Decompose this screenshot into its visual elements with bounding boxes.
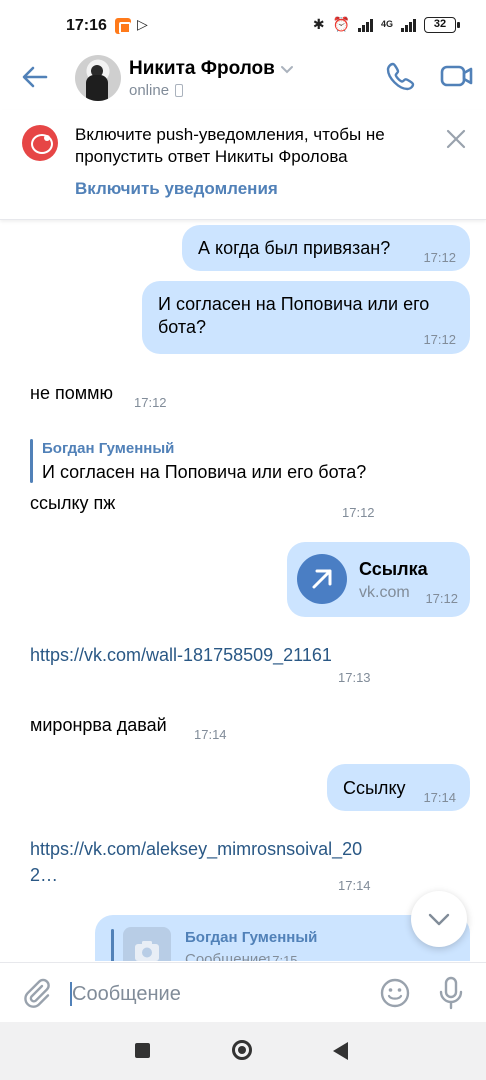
link-card-domain: vk.com — [359, 584, 410, 601]
status-icons: ✱ ⏰ 4G 32 — [312, 16, 460, 33]
message-link[interactable]: https://vk.com/aleksey_mimrosnsoival_202… — [30, 836, 382, 888]
push-notification-banner: Включите push-уведомления, чтобы не проп… — [0, 110, 486, 220]
message-bubble-outgoing[interactable]: Ссылку 17:14 — [327, 764, 470, 811]
message-list[interactable]: А когда был привязан? 17:12 И согласен н… — [0, 221, 486, 961]
chevron-down-icon[interactable] — [279, 62, 295, 78]
recents-button[interactable] — [135, 1043, 150, 1058]
alarm-icon: ⏰ — [332, 16, 350, 32]
composer — [0, 962, 486, 1022]
status-bar: 17:16 ▷ ✱ ⏰ 4G 32 — [0, 0, 486, 52]
link-card-title: Ссылка — [359, 559, 428, 579]
message-time: 17:14 — [423, 790, 456, 805]
reply-author: Богдан Гуменный — [185, 929, 318, 946]
scroll-down-button[interactable] — [411, 891, 467, 947]
banner-text: Включите push-уведомления, чтобы не проп… — [75, 125, 385, 166]
message-bubble-outgoing[interactable]: И согласен на Поповича или его бота? 17:… — [142, 281, 470, 354]
message-text: не поммю — [30, 383, 113, 403]
home-button[interactable] — [232, 1040, 252, 1060]
play-icon: ▷ — [137, 16, 148, 32]
signal-icon — [357, 18, 373, 32]
message-text: ссылку пж — [30, 493, 116, 513]
message-text: И согласен на Поповича или его бота? — [158, 294, 430, 337]
reply-author: Богдан Гуменный — [42, 440, 175, 457]
mic-icon[interactable] — [438, 976, 464, 1010]
message-time: 17:12 — [425, 591, 458, 606]
contact-name[interactable]: Никита Фролов — [129, 58, 275, 80]
message-time: 17:12 — [342, 505, 375, 520]
battery-icon: 32 — [424, 16, 460, 33]
reply-bar — [30, 439, 33, 483]
paperclip-icon[interactable] — [20, 977, 52, 1009]
reply-bar — [111, 929, 114, 961]
message-link[interactable]: https://vk.com/wall-181758509_21161 — [30, 642, 400, 668]
message-time: 17:15 — [265, 953, 298, 961]
camera-icon — [135, 941, 159, 961]
android-nav-bar — [0, 1022, 486, 1080]
chevron-down-icon — [428, 913, 450, 926]
reply-text: Сообщение — [185, 951, 267, 961]
smile-icon[interactable] — [379, 977, 411, 1009]
reply-text: И согласен на Поповича или его бота? — [42, 462, 367, 482]
notification-icon — [22, 125, 58, 161]
chat-header: Никита Фролов online — [0, 52, 486, 108]
message-time: 17:14 — [194, 727, 227, 742]
message-time: 17:14 — [338, 878, 371, 893]
online-status-text: online — [129, 82, 170, 99]
back-arrow-icon[interactable] — [20, 62, 50, 92]
message-text: А когда был привязан? — [198, 238, 391, 258]
message-time: 17:12 — [134, 395, 167, 410]
message-time: 17:12 — [423, 250, 456, 265]
message-input[interactable] — [72, 981, 362, 1007]
link-arrow-icon — [297, 554, 347, 604]
network-type: 4G — [380, 19, 393, 29]
message-bubble-outgoing[interactable]: А когда был привязан? 17:12 — [182, 225, 470, 271]
close-icon[interactable] — [445, 128, 467, 150]
enable-notifications-button[interactable]: Включить уведомления — [75, 179, 278, 199]
avatar[interactable] — [75, 55, 121, 101]
bluetooth-icon: ✱ — [312, 16, 325, 32]
app-notification-icon — [115, 18, 131, 34]
link-card[interactable]: Ссылка vk.com 17:12 — [287, 542, 470, 617]
back-button[interactable] — [333, 1042, 348, 1060]
signal-icon-2 — [401, 18, 416, 32]
phone-icon[interactable] — [385, 60, 417, 92]
mobile-icon — [175, 84, 184, 97]
video-icon[interactable] — [440, 62, 474, 90]
message-time: 17:12 — [423, 332, 456, 347]
message-text: Ссылку — [343, 778, 406, 798]
message-text: миронрва давай — [30, 715, 167, 735]
message-time: 17:13 — [338, 670, 371, 685]
status-time: 17:16 — [66, 17, 107, 34]
photo-thumbnail — [123, 927, 171, 961]
online-status: online — [129, 82, 184, 99]
